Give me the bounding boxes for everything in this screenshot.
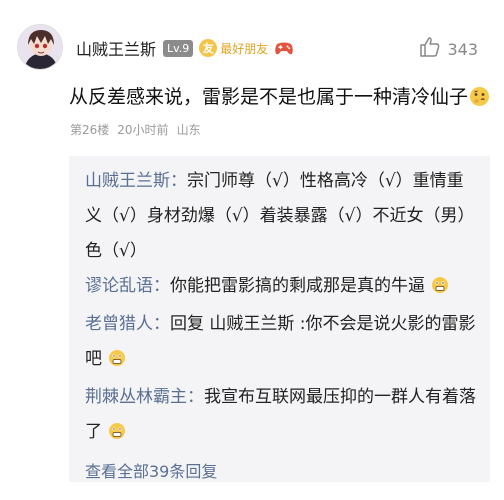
reply-item[interactable]: 老曾猎人：回复 山贼王兰斯 :你不会是说火影的雷影吧: [85, 307, 476, 380]
reply-author[interactable]: 老曾猎人: [85, 314, 153, 334]
reply-author[interactable]: 谬论乱语: [85, 276, 153, 296]
reply-separator: ：: [170, 171, 187, 191]
comment-location: 山东: [176, 123, 201, 137]
comment-author[interactable]: 山贼王兰斯: [76, 36, 156, 60]
reply-separator: ：: [153, 276, 170, 296]
avatar[interactable]: [17, 24, 63, 70]
comment-card: 山贼王兰斯 Lv.9 友 最好朋友 343 从反差感来说，雷影是不是也属于一种清…: [0, 0, 504, 500]
reply-text: 你能把雷影搞的剩咸那是真的牛逼: [170, 276, 425, 296]
level-badge: Lv.9: [163, 39, 194, 57]
reply-separator: ：: [187, 387, 204, 407]
friend-badge-icon: 友: [199, 39, 218, 57]
comment-text: 从反差感来说，雷影是不是也属于一种清冷仙子: [69, 86, 469, 108]
reply-item[interactable]: 荆棘丛林霸主：我宣布互联网最压抑的一群人有着落了: [85, 380, 476, 453]
thinking-emoji-icon: [469, 86, 490, 114]
comment-header: 山贼王兰斯 Lv.9 友 最好朋友: [76, 36, 294, 60]
comment-meta: 第26楼 20小时前 山东: [70, 121, 201, 138]
like-button[interactable]: 343: [419, 36, 478, 62]
thumbs-up-icon: [419, 36, 441, 62]
comment-body: 从反差感来说，雷影是不是也属于一种清冷仙子: [69, 84, 490, 114]
shocked-emoji-icon: [108, 418, 126, 453]
comment-time: 20小时前: [117, 123, 169, 137]
shocked-emoji-icon: [108, 345, 126, 380]
reply-list: 山贼王兰斯：宗门师尊（√）性格高冷（√）重情重义（√）身材劲爆（√）着装暴露（√…: [69, 156, 490, 482]
friend-badge-label: 最好朋友: [220, 41, 269, 56]
view-all-replies-link[interactable]: 查看全部39条回复: [85, 455, 476, 488]
best-friend-badge: 友 最好朋友: [199, 38, 268, 58]
shocked-emoji-icon: [431, 272, 449, 307]
floor-number: 第26楼: [70, 123, 110, 137]
like-count: 343: [447, 39, 478, 59]
reply-separator: ：: [153, 314, 170, 334]
reply-item[interactable]: 山贼王兰斯：宗门师尊（√）性格高冷（√）重情重义（√）身材劲爆（√）着装暴露（√…: [85, 164, 476, 269]
reply-author[interactable]: 山贼王兰斯: [85, 171, 170, 191]
reply-author[interactable]: 荆棘丛林霸主: [85, 387, 187, 407]
gamepad-icon: [274, 40, 294, 56]
reply-item[interactable]: 谬论乱语：你能把雷影搞的剩咸那是真的牛逼: [85, 269, 476, 307]
